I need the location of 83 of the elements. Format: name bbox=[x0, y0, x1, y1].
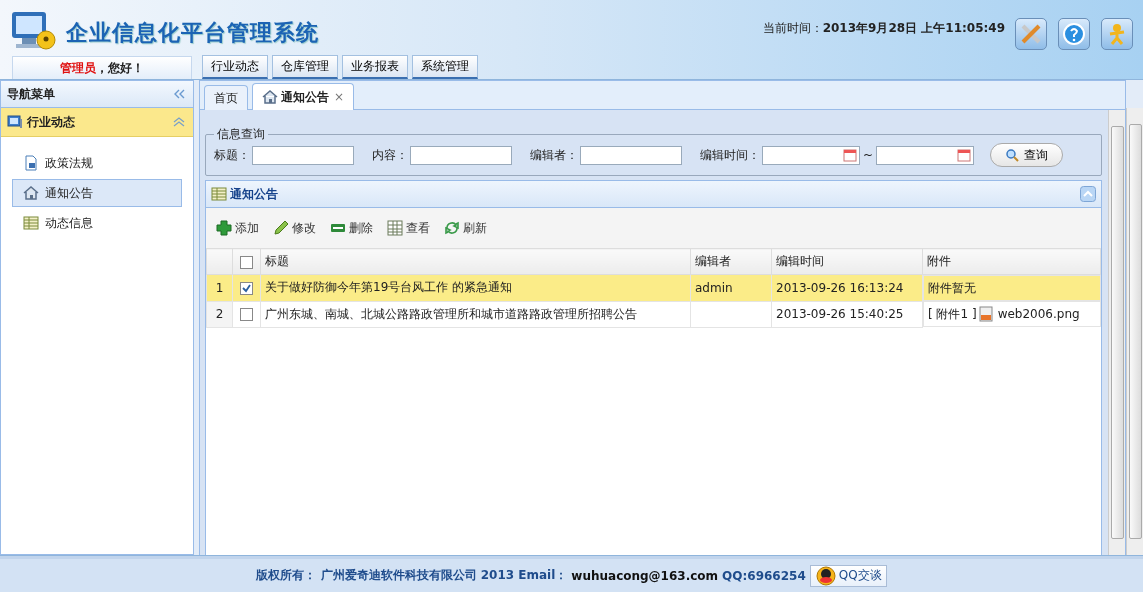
sidebar-group[interactable]: 行业动态 bbox=[1, 108, 193, 137]
row-number: 1 bbox=[206, 274, 233, 301]
query-legend: 信息查询 bbox=[214, 126, 268, 143]
house-icon bbox=[23, 185, 39, 201]
field-label: 编辑者： bbox=[530, 146, 578, 164]
table-row[interactable]: 1 关于做好防御今年第19号台风工作 的紧急通知 admin 2013-09-26 16:13:24 附件暂无 bbox=[206, 274, 1101, 301]
scrollbar[interactable] bbox=[1108, 110, 1125, 555]
clock-value: 2013年9月28日 上午11:05:49 bbox=[822, 20, 1005, 37]
qq-number: QQ:6966254 bbox=[722, 568, 806, 583]
menu-tab[interactable]: 业务报表 bbox=[342, 55, 408, 79]
table-icon bbox=[387, 220, 403, 236]
copyright-text: 版权所有： 广州爱奇迪软件科技有限公司 2013 Email： bbox=[256, 567, 568, 584]
table-icon bbox=[211, 186, 227, 202]
image-file-icon bbox=[978, 306, 993, 322]
pencil-icon bbox=[273, 220, 289, 236]
panel-title: 通知公告 bbox=[230, 185, 279, 203]
field-label: 编辑时间： bbox=[700, 146, 760, 164]
table-icon bbox=[23, 215, 39, 231]
collapse-icon[interactable] bbox=[1080, 186, 1096, 202]
search-icon bbox=[1005, 148, 1020, 162]
attachment-text: 附件暂无 bbox=[928, 279, 976, 297]
menu-tab[interactable]: 行业动态 bbox=[202, 55, 268, 79]
email-text: wuhuacong@163.com bbox=[571, 568, 719, 583]
select-all-checkbox[interactable] bbox=[240, 255, 253, 269]
help-icon bbox=[1062, 22, 1086, 46]
sidebar-title: 导航菜单 bbox=[7, 85, 55, 103]
close-tab-button[interactable]: × bbox=[334, 90, 345, 104]
table-row[interactable]: 2 广州东城、南城、北城公路路政管理所和城市道路路政管理所招聘公告 2013-09-26 15:40:25 [ 附件1 ] web2006.png bbox=[206, 301, 1101, 327]
calendar-icon[interactable] bbox=[957, 148, 972, 162]
date-field[interactable] bbox=[876, 145, 975, 165]
table-cell: 广州东城、南城、北城公路路政管理所和城市道路路政管理所招聘公告 bbox=[260, 301, 691, 327]
plus-icon bbox=[216, 220, 232, 236]
sidebar-item[interactable]: 动态信息 bbox=[12, 209, 182, 237]
collapse-icon[interactable] bbox=[173, 89, 185, 99]
row-checkbox[interactable] bbox=[240, 281, 253, 295]
tools-button[interactable] bbox=[1015, 18, 1047, 50]
field-label: 标题： bbox=[214, 146, 250, 164]
greeting-text: ，您好！ bbox=[96, 59, 144, 77]
qq-chat-button[interactable]: QQ交谈 bbox=[809, 564, 887, 587]
refresh-button[interactable]: 刷新 bbox=[444, 219, 487, 237]
help-button[interactable] bbox=[1058, 18, 1090, 50]
menu-tab[interactable]: 系统管理 bbox=[412, 55, 478, 79]
field-label: 内容： bbox=[372, 146, 408, 164]
date-field[interactable] bbox=[762, 145, 860, 165]
penguin-icon bbox=[814, 565, 837, 586]
table-cell: 关于做好防御今年第19号台风工作 的紧急通知 bbox=[260, 274, 691, 301]
page-tab[interactable]: 通知公告 × bbox=[252, 83, 355, 110]
attachment-link[interactable]: web2006.png bbox=[997, 307, 1080, 321]
tools-icon bbox=[1019, 22, 1043, 46]
column-header[interactable]: 编辑时间 bbox=[771, 248, 923, 275]
input-field[interactable] bbox=[580, 145, 682, 165]
scrollbar[interactable] bbox=[1126, 108, 1143, 555]
row-number: 2 bbox=[206, 301, 233, 327]
calendar-icon[interactable] bbox=[843, 148, 857, 162]
edit-button[interactable]: 修改 bbox=[273, 219, 316, 237]
range-separator: ~ bbox=[863, 148, 874, 162]
row-checkbox[interactable] bbox=[240, 308, 253, 321]
sidebar-item[interactable]: 政策法规 bbox=[12, 149, 182, 177]
house-icon bbox=[262, 89, 278, 105]
monitor-icon bbox=[7, 114, 23, 130]
column-header[interactable]: 附件 bbox=[922, 248, 1101, 275]
refresh-icon bbox=[444, 220, 460, 236]
app-title: 企业信息化平台管理系统 bbox=[66, 19, 319, 47]
sidebar-item[interactable]: 通知公告 bbox=[12, 179, 182, 207]
column-header[interactable]: 标题 bbox=[260, 248, 691, 275]
clock-label: 当前时间： bbox=[762, 20, 823, 37]
attachment-text: [ 附件1 ] bbox=[928, 305, 977, 323]
user-button[interactable] bbox=[1101, 18, 1133, 50]
document-icon bbox=[23, 155, 39, 171]
table-cell: admin bbox=[690, 274, 772, 301]
menu-tab[interactable]: 仓库管理 bbox=[272, 55, 338, 79]
chevron-up-icon bbox=[173, 117, 185, 127]
input-field[interactable] bbox=[252, 145, 354, 165]
table-cell: 2013-09-26 15:40:25 bbox=[771, 301, 923, 327]
view-button[interactable]: 查看 bbox=[387, 219, 430, 237]
input-field[interactable] bbox=[410, 145, 512, 165]
search-button[interactable]: 查询 bbox=[990, 143, 1064, 167]
table-cell: 2013-09-26 16:13:24 bbox=[771, 274, 923, 301]
add-button[interactable]: 添加 bbox=[216, 219, 259, 237]
delete-button[interactable]: 删除 bbox=[330, 219, 373, 237]
user-name: 管理员 bbox=[60, 59, 96, 77]
column-header[interactable]: 编辑者 bbox=[690, 248, 772, 275]
page-tab[interactable]: 首页 bbox=[204, 85, 248, 110]
